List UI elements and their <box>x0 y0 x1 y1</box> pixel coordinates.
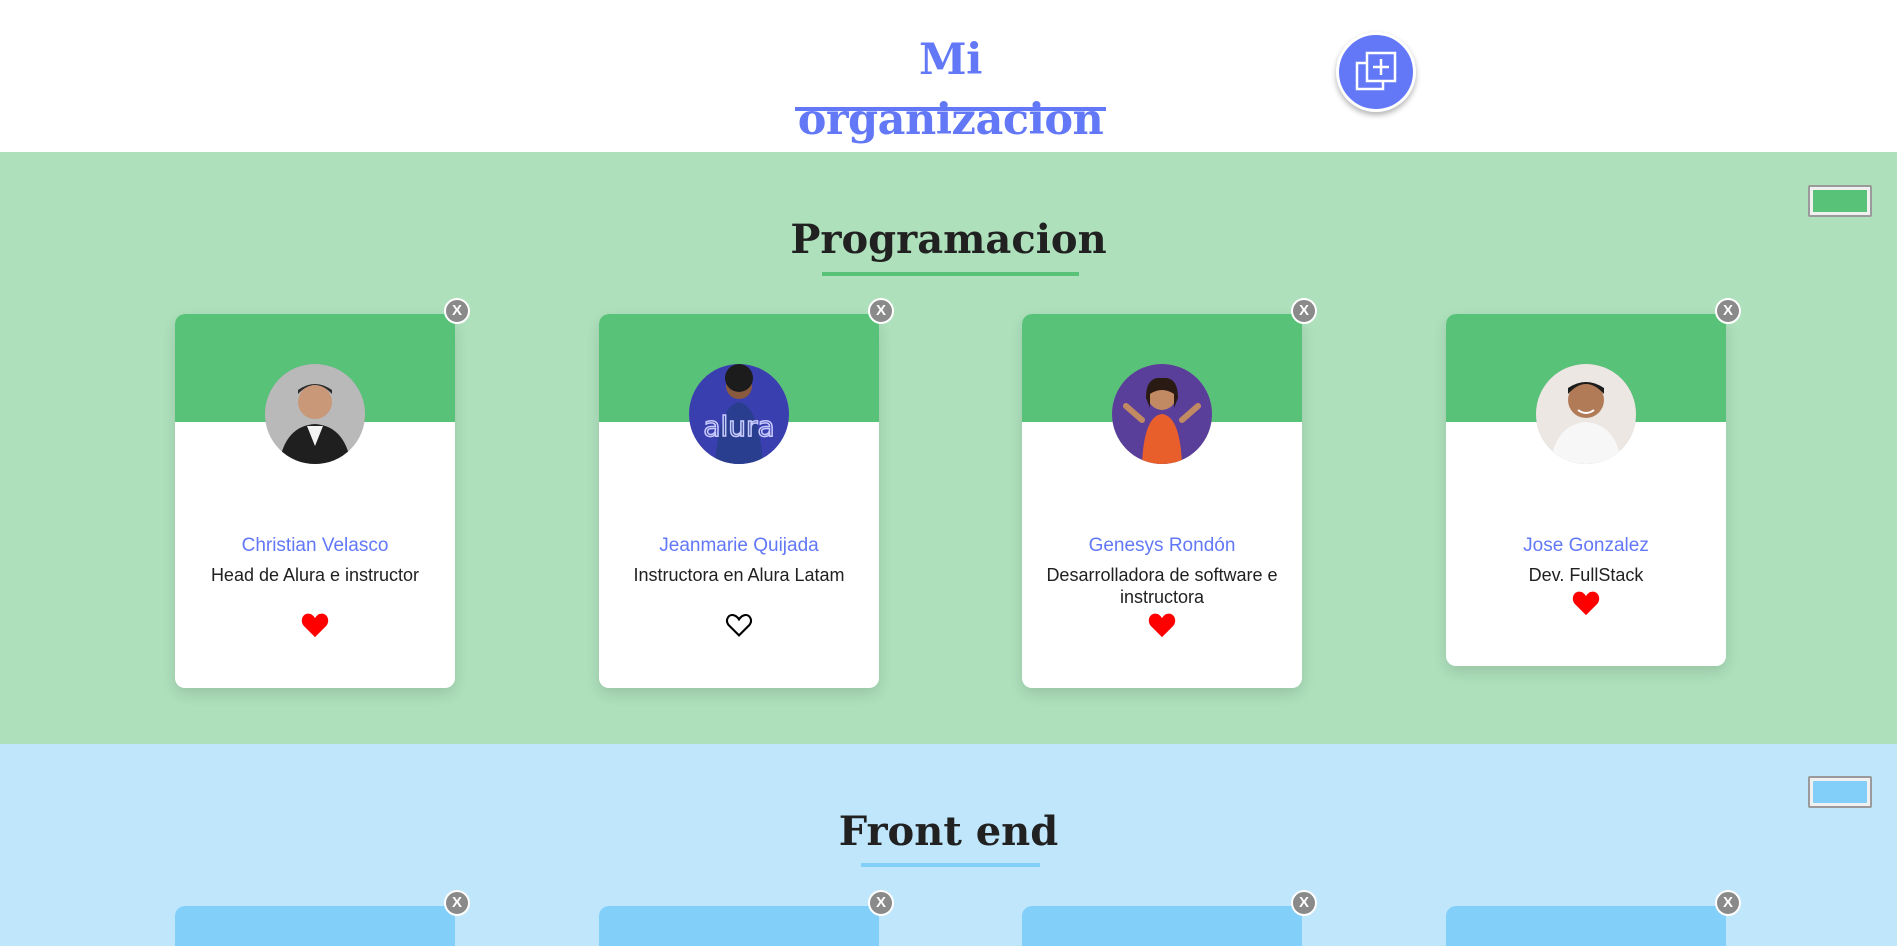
title-underline <box>795 107 1106 111</box>
delete-collaborator-button[interactable]: X <box>444 890 470 916</box>
collaborator-role: Dev. FullStack <box>1528 565 1644 585</box>
heart-filled-icon[interactable] <box>1572 590 1600 616</box>
heart-filled-icon[interactable] <box>301 612 329 638</box>
delete-collaborator-button[interactable]: X <box>1715 890 1741 916</box>
heart-filled-icon[interactable] <box>1148 612 1176 638</box>
page-title: Mi organizacion <box>797 35 1104 145</box>
delete-collaborator-button[interactable]: X <box>1291 890 1317 916</box>
team-title: Programacion <box>790 216 1107 263</box>
collaborator-name: Jose Gonzalez <box>1523 535 1649 556</box>
collaborator-role: Desarrolladora de software e instructora <box>1046 565 1278 607</box>
team-title-underline <box>822 272 1079 276</box>
delete-collaborator-button[interactable]: X <box>868 890 894 916</box>
avatar <box>1112 364 1212 464</box>
avatar <box>265 364 365 464</box>
add-collaborator-button[interactable] <box>1336 32 1416 112</box>
team-section-programacion: Programacion Christian Velasco Head de A… <box>0 152 1897 744</box>
delete-collaborator-button[interactable]: X <box>868 298 894 324</box>
collaborator-card: X <box>175 890 470 946</box>
team-section-front-end: Front end X X X X <box>0 744 1897 946</box>
collaborator-card: Genesys Rondón Desarrolladora de softwar… <box>1022 298 1317 688</box>
collaborator-card: X <box>1022 890 1317 946</box>
heart-outline-icon[interactable] <box>725 612 753 638</box>
collaborator-card: Christian Velasco Head de Alura e instru… <box>175 298 470 688</box>
collaborator-role: Head de Alura e instructor <box>210 565 420 585</box>
header: Mi organizacion <box>0 0 1897 152</box>
avatar <box>1536 364 1636 464</box>
delete-collaborator-button[interactable]: X <box>444 298 470 324</box>
add-copy-icon <box>1355 51 1397 91</box>
svg-text:alura: alura <box>703 410 774 443</box>
collaborator-card: X <box>1446 890 1741 946</box>
team-title-underline <box>861 863 1040 867</box>
team-title: Front end <box>838 808 1059 855</box>
collaborator-role: Instructora en Alura Latam <box>633 565 845 585</box>
collaborator-name: Christian Velasco <box>241 535 389 556</box>
delete-collaborator-button[interactable]: X <box>1291 298 1317 324</box>
collaborator-name: Genesys Rondón <box>1088 535 1236 556</box>
avatar: alura <box>689 364 789 464</box>
collaborator-card: alura Jeanmarie Quijada Instructora en A… <box>599 298 894 688</box>
collaborator-name: Jeanmarie Quijada <box>659 535 819 556</box>
collaborator-card: X <box>599 890 894 946</box>
collaborator-card: Jose Gonzalez Dev. FullStack X <box>1446 298 1741 666</box>
delete-collaborator-button[interactable]: X <box>1715 298 1741 324</box>
